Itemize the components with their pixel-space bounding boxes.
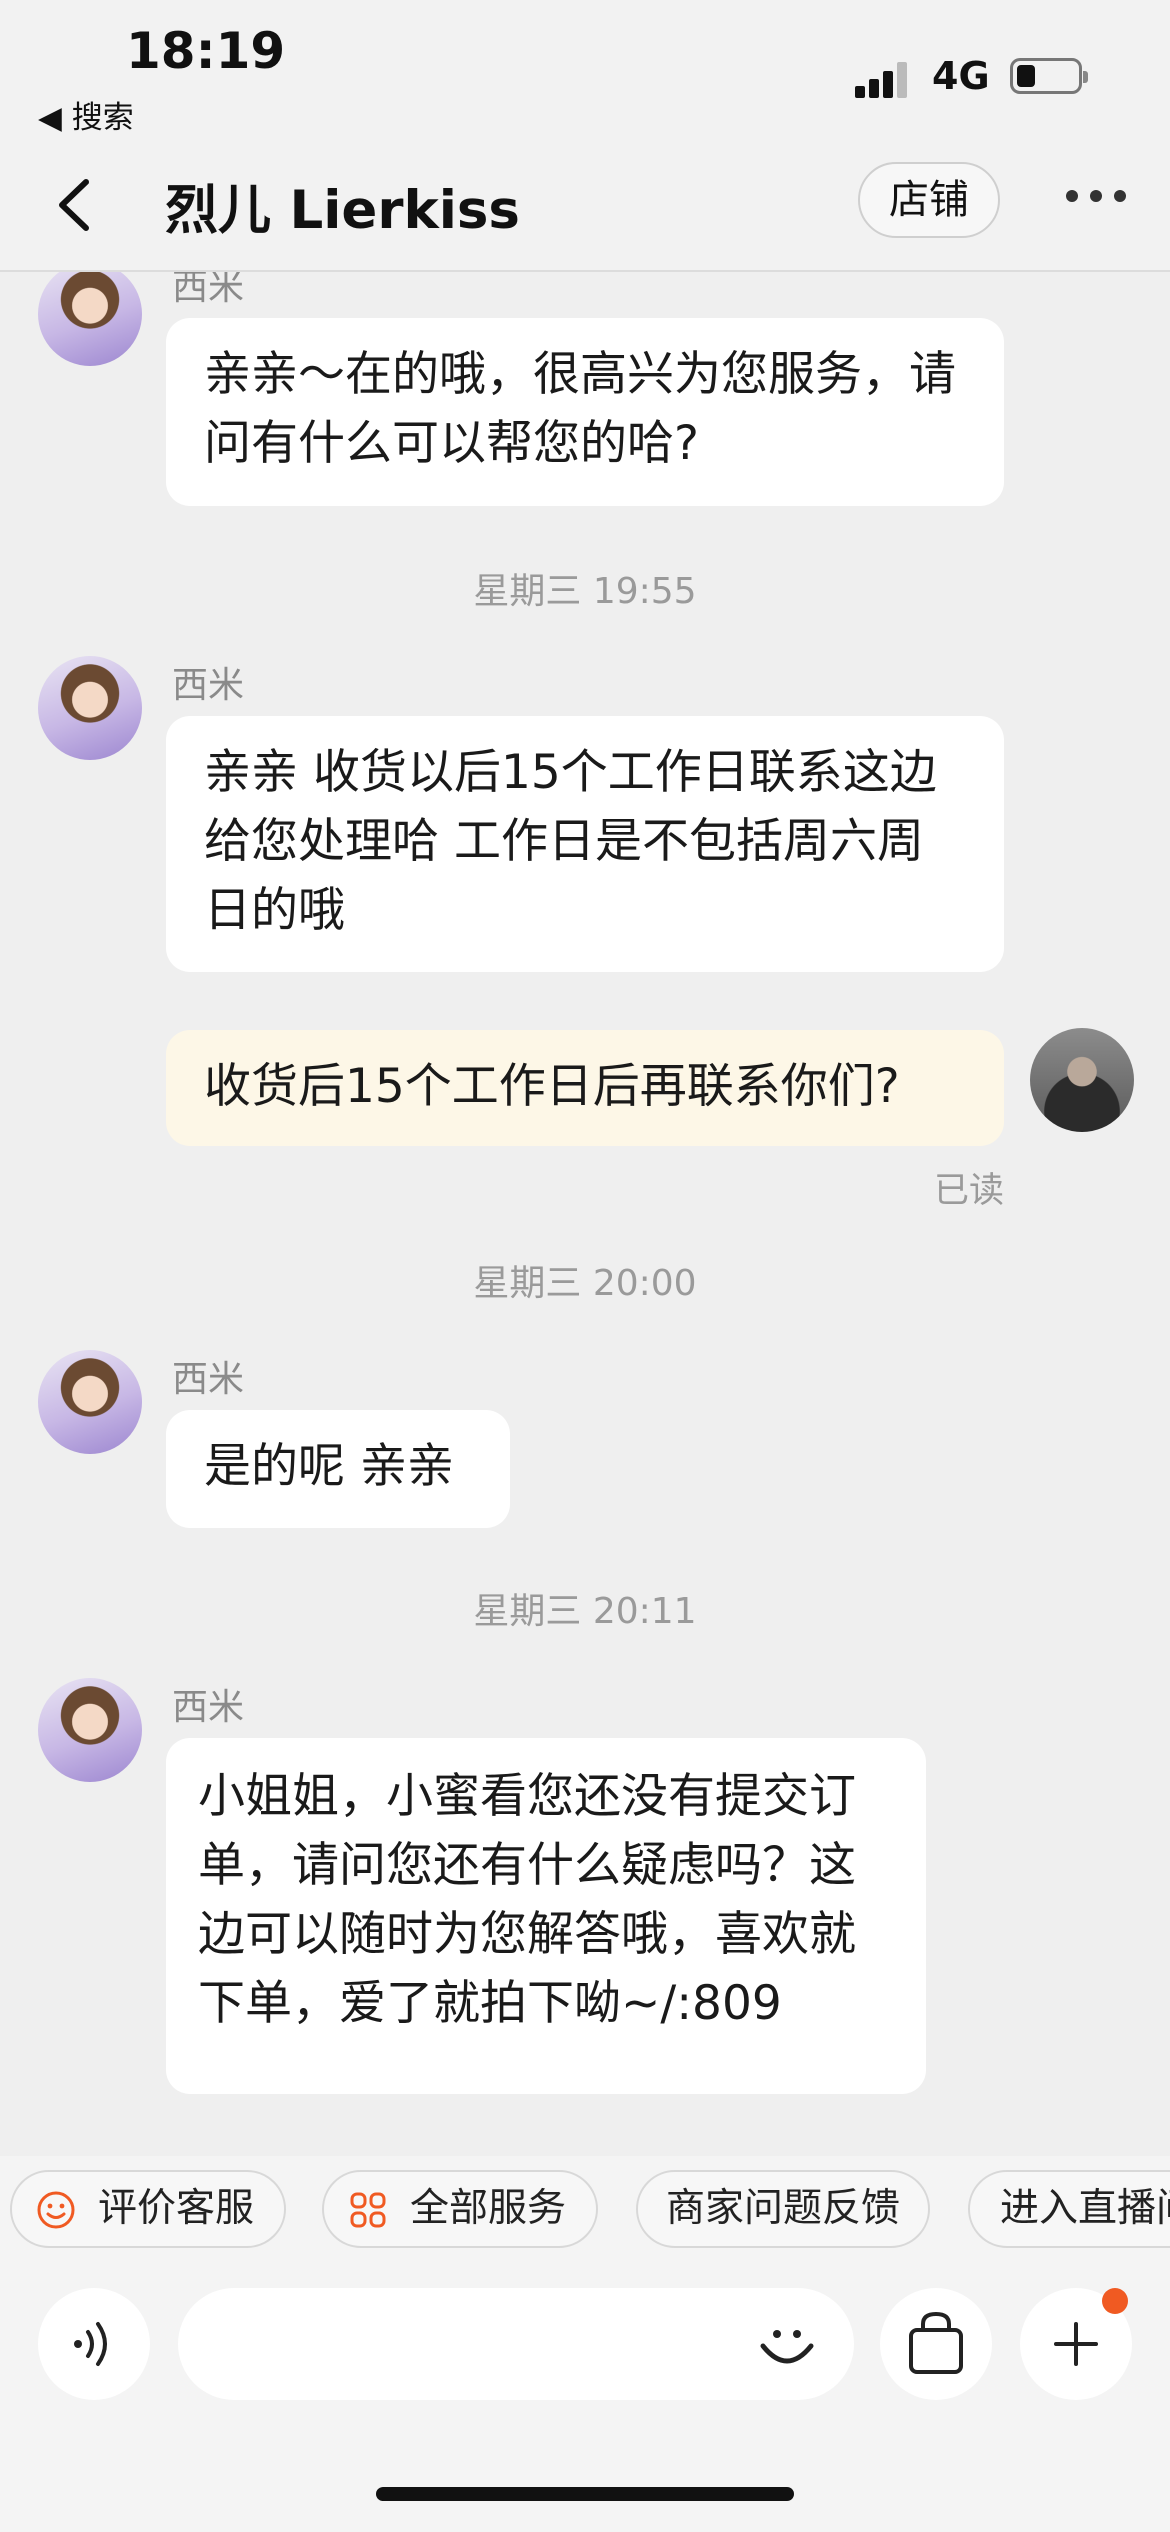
shop-button[interactable]: 店铺 <box>858 162 1000 238</box>
voice-button[interactable] <box>38 2288 150 2400</box>
status-bar: 18:19 ◀ 搜索 4G <box>0 0 1170 140</box>
chip-label: 评价客服 <box>98 2186 255 2231</box>
status-time: 18:19 <box>126 22 286 80</box>
battery-icon <box>1010 58 1088 94</box>
agent-message-bubble[interactable]: 亲亲～在的哦，很高兴为您服务，请问有什么可以帮您的哈? <box>166 318 1004 506</box>
sender-name: 西米 <box>172 1687 245 1728</box>
network-type: 4G <box>932 54 990 98</box>
chip-label: 进入直播间 <box>1000 2186 1170 2231</box>
timestamp: 星期三 19:55 <box>473 571 697 612</box>
chip-label: 全部服务 <box>410 2186 567 2231</box>
my-avatar[interactable] <box>1030 1028 1134 1132</box>
live-room-chip[interactable]: 进入直播间 <box>968 2170 1170 2248</box>
rate-service-chip[interactable]: 评价客服 <box>10 2170 286 2248</box>
shopping-bag-icon <box>909 2311 963 2374</box>
voice-icon <box>74 2322 107 2366</box>
timestamp: 星期三 20:11 <box>473 1591 697 1632</box>
back-to-app-link[interactable]: ◀ 搜索 <box>38 92 134 137</box>
home-indicator[interactable] <box>376 2487 794 2501</box>
agent-message-bubble[interactable]: 是的呢 亲亲 <box>166 1410 510 1528</box>
my-message-bubble[interactable]: 收货后15个工作日后再联系你们? <box>166 1030 1004 1146</box>
agent-avatar[interactable] <box>38 1678 142 1782</box>
signal-icon <box>855 58 919 98</box>
more-icon[interactable] <box>1066 190 1126 206</box>
timestamp: 星期三 20:00 <box>473 1263 697 1304</box>
sender-name: 西米 <box>172 665 245 706</box>
sender-name: 西米 <box>172 1359 245 1400</box>
quick-actions-bar: 评价客服 全部服务 商家问题反馈 进入直播间 <box>0 2156 1170 2268</box>
smiley-icon <box>37 2191 75 2229</box>
agent-avatar[interactable] <box>38 272 142 366</box>
chat-header: 烈儿 Lierkiss 店铺 <box>0 140 1170 272</box>
shop-name-title: 烈儿 Lierkiss <box>165 180 520 241</box>
agent-message-bubble[interactable]: 小姐姐，小蜜看您还没有提交订单，请问您还有什么疑虑吗？这边可以随时为您解答哦，喜… <box>166 1738 926 2094</box>
agent-avatar[interactable] <box>38 1350 142 1454</box>
sender-name: 西米 <box>172 272 245 308</box>
merchant-feedback-chip[interactable]: 商家问题反馈 <box>636 2170 930 2248</box>
chip-label: 商家问题反馈 <box>665 2186 900 2231</box>
back-arrow-icon[interactable] <box>42 170 112 240</box>
all-services-chip[interactable]: 全部服务 <box>322 2170 598 2248</box>
agent-message-bubble[interactable]: 亲亲 收货以后15个工作日联系这边给您处理哈 工作日是不包括周六周日的哦 <box>166 716 1004 972</box>
chat-area[interactable]: 西米 亲亲～在的哦，很高兴为您服务，请问有什么可以帮您的哈? 星期三 19:55… <box>0 272 1170 2156</box>
plus-button[interactable] <box>1020 2288 1132 2400</box>
message-input[interactable] <box>178 2288 854 2400</box>
read-status: 已读 <box>934 1171 1005 1211</box>
grid-icon <box>350 2192 386 2228</box>
shopping-bag-button[interactable] <box>880 2288 992 2400</box>
notification-dot <box>1102 2288 1128 2314</box>
emoji-icon[interactable] <box>752 2310 822 2380</box>
agent-avatar[interactable] <box>38 656 142 760</box>
